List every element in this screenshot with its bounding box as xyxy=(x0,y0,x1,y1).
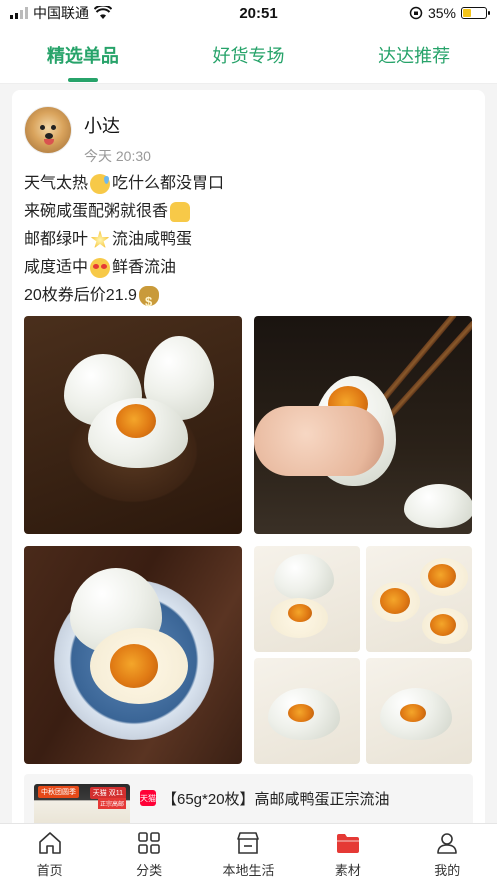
tab-featured[interactable]: 精选单品 xyxy=(35,34,131,76)
product-title: 【65g*20枚】高邮咸鸭蛋正宗流油 xyxy=(162,791,390,808)
post-image-1[interactable] xyxy=(24,316,242,534)
tab-good-deals[interactable]: 好货专场 xyxy=(200,34,296,76)
post-image-5[interactable] xyxy=(366,546,472,652)
person-icon xyxy=(437,832,458,854)
orientation-lock-icon xyxy=(409,6,423,20)
battery-percent: 35% xyxy=(427,5,456,21)
nav-local-life[interactable]: 本地生活 xyxy=(203,824,293,883)
nav-material[interactable]: 素材 xyxy=(303,824,393,883)
battery-icon xyxy=(461,7,490,19)
folder-icon xyxy=(336,833,359,853)
post-line: 咸度适中 鲜香流油 xyxy=(24,258,177,278)
post-line: 20枚券后价21.9 xyxy=(24,282,224,316)
post-time: 今天 20:30 xyxy=(84,148,151,164)
post-image-6[interactable] xyxy=(254,658,360,764)
thumbs-up-emoji-icon xyxy=(170,202,191,222)
post-card: 小达 今天 20:30 天气太热 吃什么都没胃口 来碗咸蛋配粥就很香 邮都绿叶 … xyxy=(12,90,485,830)
post-image-4[interactable] xyxy=(254,546,360,652)
avatar[interactable] xyxy=(24,106,72,154)
money-bag-emoji-icon xyxy=(138,286,159,316)
bottom-nav: 首页 分类 本地生活 素材 我的 xyxy=(0,823,497,883)
top-tabs: 精选单品 好货专场 达达推荐 xyxy=(0,26,497,84)
sweat-emoji-icon xyxy=(90,174,111,194)
home-icon xyxy=(38,831,61,854)
post-author: 小达 今天 20:30 xyxy=(24,106,151,166)
post-line: 天气太热 吃什么都没胃口 xyxy=(24,174,225,194)
tab-recommend[interactable]: 达达推荐 xyxy=(366,34,462,76)
post-image-7[interactable] xyxy=(366,658,472,764)
clock: 20:51 xyxy=(239,4,278,22)
author-name: 小达 xyxy=(84,116,120,136)
post-image-3[interactable] xyxy=(24,546,242,764)
post-line: 来碗咸蛋配粥就很香 xyxy=(24,198,224,226)
wifi-icon xyxy=(94,6,112,19)
status-bar: 中国联通 20:51 35% xyxy=(0,0,497,26)
store-icon xyxy=(237,831,260,854)
nav-home[interactable]: 首页 xyxy=(5,824,95,883)
tmall-badge-icon: 天猫 xyxy=(140,790,156,806)
nav-category[interactable]: 分类 xyxy=(104,824,194,883)
star-emoji-icon xyxy=(90,230,110,249)
grid-icon xyxy=(138,831,160,854)
carrier-name: 中国联通 xyxy=(33,5,89,21)
post-line: 邮都绿叶 流油咸鸭蛋 xyxy=(24,230,193,249)
nav-mine[interactable]: 我的 xyxy=(402,824,492,883)
heart-eyes-emoji-icon xyxy=(90,258,111,278)
product-card[interactable]: 中秋团圆季 天猫 双11 正宗高邮 天猫 【65g*20枚】高邮咸鸭蛋正宗流油 xyxy=(24,774,473,830)
signal-icon xyxy=(10,7,28,19)
post-image-2[interactable] xyxy=(254,316,472,534)
post-text: 天气太热 吃什么都没胃口 来碗咸蛋配粥就很香 邮都绿叶 流油咸鸭蛋 咸度适中 鲜… xyxy=(24,170,225,316)
